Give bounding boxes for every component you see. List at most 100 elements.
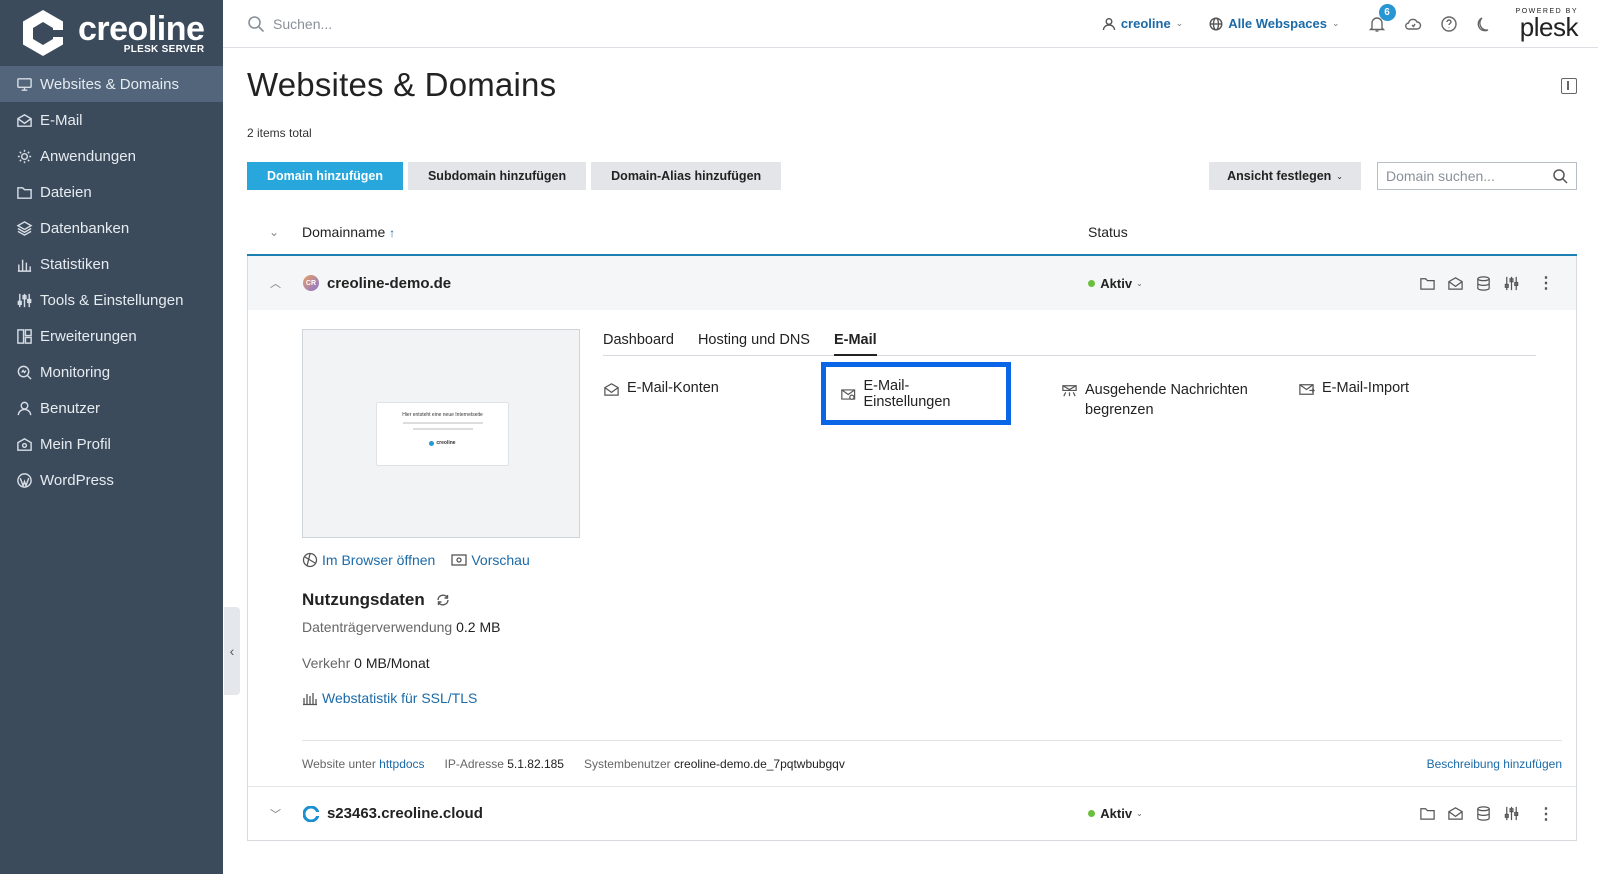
- status-dot: [1088, 810, 1096, 817]
- webstat-link-container: Webstatistik für SSL/TLS: [302, 690, 477, 706]
- database-icon[interactable]: [1474, 274, 1492, 292]
- collapse-panel-icon[interactable]: [1561, 78, 1577, 94]
- sidebar-item-label: Anwendungen: [40, 147, 136, 165]
- domain-search-input[interactable]: Domain suchen...: [1377, 162, 1577, 190]
- notifications-button[interactable]: 6: [1366, 3, 1396, 35]
- mail-icon[interactable]: [1446, 274, 1464, 292]
- powered-by-plesk: POWERED BY plesk: [1516, 8, 1579, 42]
- brand-logo[interactable]: creoline PLESK SERVER: [0, 0, 223, 66]
- user-menu[interactable]: creoline ⌄: [1102, 16, 1183, 31]
- sidebar-item-erweiterungen[interactable]: Erweiterungen: [0, 318, 223, 354]
- sliders-icon[interactable]: [1502, 805, 1520, 823]
- email-accounts-tool[interactable]: E-Mail-Konten: [603, 380, 840, 425]
- sidebar-item-monitoring[interactable]: Monitoring: [0, 354, 223, 390]
- refresh-icon[interactable]: [435, 592, 451, 608]
- email-import-tool[interactable]: E-Mail-Import: [1298, 380, 1409, 425]
- sidebar-item-mein-profil[interactable]: Mein Profil: [0, 426, 223, 462]
- sidebar-item-websites-domains[interactable]: Websites & Domains: [0, 66, 223, 102]
- preview-label: Vorschau: [471, 552, 530, 568]
- global-search-input[interactable]: Suchen...: [247, 15, 647, 33]
- sidebar-item-label: Monitoring: [40, 363, 111, 381]
- sidebar-item-dateien[interactable]: Dateien: [0, 174, 223, 210]
- status-label: Aktiv: [1100, 806, 1133, 821]
- tab-email[interactable]: E-Mail: [833, 332, 877, 356]
- moon-icon: [1477, 16, 1488, 31]
- domain-tabs: Dashboard Hosting und DNS E-Mail: [603, 332, 1536, 356]
- notification-count-badge: 6: [1378, 3, 1396, 21]
- main-content: Websites & Domains 2 items total Domain …: [247, 48, 1577, 841]
- bar-chart-icon: [303, 693, 317, 706]
- sidebar-item-label: Statistiken: [40, 255, 110, 273]
- folder-icon[interactable]: [1418, 274, 1436, 292]
- chevron-down-icon: ⌄: [1336, 171, 1343, 181]
- sidebar-item-label: Dateien: [40, 183, 92, 201]
- email-settings-label: E-Mail-Einstellungen: [863, 377, 951, 410]
- webstat-ssl-link[interactable]: Webstatistik für SSL/TLS: [302, 690, 477, 706]
- user-icon: [1102, 17, 1116, 30]
- add-domain-alias-button[interactable]: Domain-Alias hinzufügen: [591, 162, 782, 190]
- sidebar-item-datenbanken[interactable]: Datenbanken: [0, 210, 223, 246]
- chevron-down-icon: ⌄: [1136, 809, 1143, 818]
- domain-row[interactable]: ﹀ s23463.creoline.cloud Aktiv ⌄ ⋮: [248, 786, 1576, 840]
- dark-mode-toggle[interactable]: [1474, 13, 1496, 35]
- tab-dashboard[interactable]: Dashboard: [603, 332, 674, 356]
- chevron-down-icon: ⌄: [1332, 18, 1340, 28]
- expand-all-icon[interactable]: ⌄: [247, 225, 302, 239]
- cloud-button[interactable]: [1402, 13, 1424, 35]
- sidebar-item-email[interactable]: E-Mail: [0, 102, 223, 138]
- status-label: Aktiv: [1100, 275, 1133, 291]
- email-import-label: E-Mail-Import: [1322, 380, 1410, 396]
- preview-logo-mark: [429, 440, 435, 446]
- profile-icon: [15, 435, 33, 453]
- sort-asc-icon: ↑: [389, 226, 396, 240]
- sidebar-item-anwendungen[interactable]: Anwendungen: [0, 138, 223, 174]
- sidebar-item-label: E-Mail: [40, 111, 83, 129]
- mail-import-icon: [1299, 384, 1315, 395]
- webspaces-menu[interactable]: Alle Webspaces ⌄: [1209, 16, 1340, 31]
- httpdocs-link[interactable]: httpdocs: [379, 757, 424, 771]
- sliders-icon[interactable]: [1502, 274, 1520, 292]
- domain-name[interactable]: s23463.creoline.cloud: [327, 805, 1088, 822]
- topbar: Suchen... creoline ⌄ Alle Webspaces ⌄ 6 …: [223, 0, 1598, 48]
- sidebar-item-label: Datenbanken: [40, 219, 130, 237]
- view-settings-label: Ansicht festlegen: [1227, 169, 1332, 183]
- plesk-logo: plesk: [1519, 12, 1579, 42]
- database-icon[interactable]: [1474, 805, 1492, 823]
- domain-status[interactable]: Aktiv ⌄: [1088, 806, 1408, 821]
- domain-name[interactable]: creoline-demo.de: [327, 275, 1088, 292]
- sidebar-item-benutzer[interactable]: Benutzer: [0, 390, 223, 426]
- domain-status[interactable]: Aktiv ⌄: [1088, 276, 1408, 291]
- webstat-label: Webstatistik für SSL/TLS: [322, 690, 478, 706]
- creoline-logo-icon: [18, 8, 68, 58]
- sidebar-item-wordpress[interactable]: WordPress: [0, 462, 223, 498]
- chevron-down-icon[interactable]: ﹀: [248, 806, 303, 822]
- sidebar-item-statistiken[interactable]: Statistiken: [0, 246, 223, 282]
- domain-row[interactable]: ︿ CR creoline-demo.de Aktiv ⌄ ⋮: [248, 256, 1576, 310]
- more-options-icon[interactable]: ⋮: [1538, 804, 1554, 824]
- outgoing-limit-tool[interactable]: Ausgehende Nachrichten begrenzen: [1061, 380, 1298, 425]
- add-description-link[interactable]: Beschreibung hinzufügen: [1427, 757, 1562, 771]
- folder-icon[interactable]: [1418, 805, 1436, 823]
- website-preview[interactable]: Hier entsteht eine neue Internetseite cr…: [302, 329, 580, 538]
- user-icon: [15, 399, 33, 417]
- domain-favicon: [302, 805, 319, 822]
- mail-icon[interactable]: [1446, 805, 1464, 823]
- tab-hosting-dns[interactable]: Hosting und DNS: [698, 332, 810, 356]
- sidebar-item-tools-einstellungen[interactable]: Tools & Einstellungen: [0, 282, 223, 318]
- view-settings-button[interactable]: Ansicht festlegen ⌄: [1209, 162, 1361, 190]
- toolbar: Domain hinzufügen Subdomain hinzufügen D…: [247, 162, 1577, 190]
- add-domain-button[interactable]: Domain hinzufügen: [247, 162, 403, 190]
- chevron-up-icon[interactable]: ︿: [248, 275, 303, 291]
- email-settings-tool[interactable]: E-Mail-Einstellungen: [821, 362, 1011, 425]
- preview-link[interactable]: Vorschau: [451, 552, 530, 568]
- sidebar-collapse-handle[interactable]: ‹: [224, 607, 240, 695]
- puzzle-icon: [15, 327, 33, 345]
- add-subdomain-button[interactable]: Subdomain hinzufügen: [407, 162, 587, 190]
- column-header-status[interactable]: Status: [1088, 224, 1128, 240]
- more-options-icon[interactable]: ⋮: [1538, 273, 1554, 293]
- browser-icon: [302, 552, 318, 568]
- open-in-browser-link[interactable]: Im Browser öffnen: [302, 552, 435, 568]
- help-button[interactable]: [1438, 13, 1460, 35]
- outgoing-limit-label-line1: Ausgehende Nachrichten: [1085, 382, 1248, 398]
- column-header-domainname[interactable]: Domainname ↑: [302, 224, 1088, 240]
